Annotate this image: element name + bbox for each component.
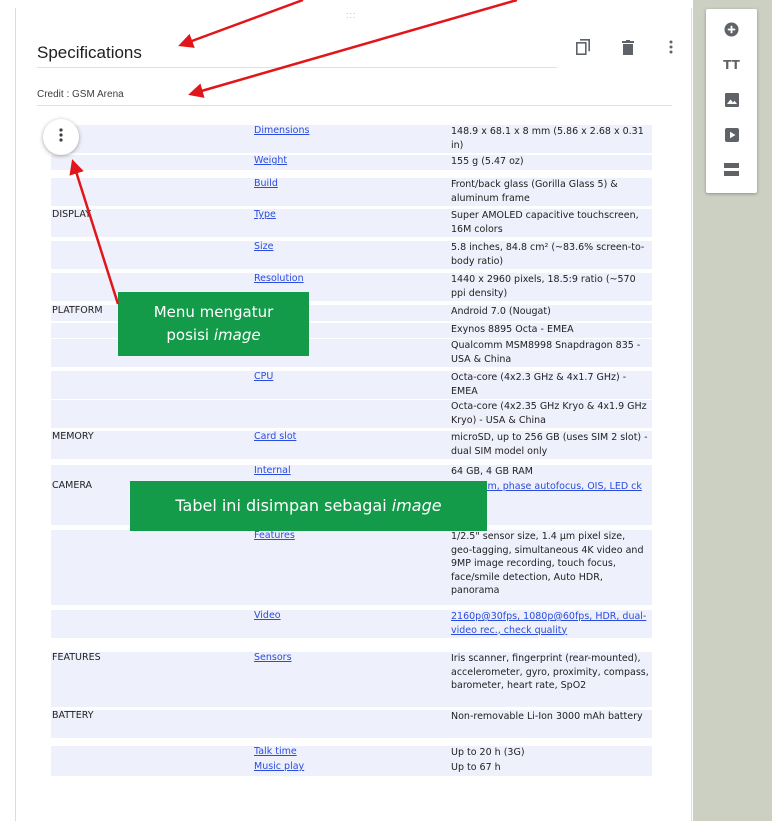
spec-row: Size 5.8 inches, 84.8 cm² (~83.6% screen-… [51, 241, 652, 269]
callout-image-menu-line1: Menu mengatur [153, 303, 274, 321]
spec-value: Front/back glass (Gorilla Glass 5) & alu… [451, 179, 618, 204]
trash-icon[interactable] [620, 39, 636, 55]
spec-row: Video 2160p@30fps, 1080p@60fps, HDR, dual… [51, 610, 652, 638]
spec-label: Music play [254, 761, 305, 772]
spec-value: 64 GB, 4 GB RAM [451, 466, 533, 477]
cell-bg [51, 178, 249, 206]
spec-value: Octa-core (4x2.3 GHz & 4x1.7 GHz) - EMEA [451, 372, 627, 397]
cell-bg [51, 400, 249, 428]
spec-label: Talk time [254, 746, 297, 757]
spec-row: FEATURES Sensors Iris scanner, fingerprint… [51, 652, 652, 707]
cell-bg [249, 530, 449, 605]
spec-label: Sensors [254, 652, 292, 663]
cell-bg [249, 178, 449, 206]
callout-image-menu-line2: posisi image [118, 324, 309, 347]
cell-bg [249, 371, 449, 399]
cell-bg [51, 371, 249, 399]
spec-value: Qualcomm MSM8998 Snapdragon 835 - USA & … [451, 340, 641, 365]
cell-bg [51, 746, 249, 761]
callout-image-menu: Menu mengatur posisi image [118, 292, 309, 356]
spec-label: Video [254, 610, 281, 621]
cell-bg [51, 465, 249, 480]
spec-label: Size [254, 241, 274, 252]
copy-icon[interactable] [575, 39, 591, 55]
spec-section: CAMERA [52, 480, 93, 491]
spec-row: Weight 155 g (5.47 oz) [51, 155, 652, 170]
spec-row: BATTERY Non-removable Li-Ion 3000 mAh bat… [51, 710, 652, 738]
image-menu-button[interactable] [43, 119, 79, 155]
spec-label: Dimensions [254, 125, 310, 136]
callout-table-image: Tabel ini disimpan sebagai image [130, 481, 487, 531]
callout-table-plain: Tabel ini disimpan sebagai [175, 496, 392, 515]
spec-value: Android 7.0 (Nougat) [451, 306, 551, 317]
spec-value: Non-removable Li-Ion 3000 mAh battery [451, 711, 643, 722]
spec-value: 1440 x 2960 pixels, 18.5:9 ratio (~570 p… [451, 274, 636, 299]
spec-row: Octa-core (4x2.35 GHz Kryo & 4x1.9 GHz K… [51, 400, 652, 428]
spec-row: Build Front/back glass (Gorilla Glass 5) … [51, 178, 652, 206]
side-toolbar: TT [706, 9, 757, 193]
form-editor-screenshot: ::: Specifications Credit : GSM Arena Di… [0, 0, 772, 821]
spec-value: Super AMOLED capacitive touchscreen, 16M… [451, 210, 639, 235]
callout-image-menu-italic: image [213, 326, 261, 344]
spec-section: FEATURES [52, 652, 101, 663]
cell-bg [51, 761, 249, 776]
spec-row: CPU Octa-core (4x2.3 GHz & 4x1.7 GHz) - E… [51, 371, 652, 399]
spec-value: Up to 20 h (3G) [451, 747, 525, 758]
spec-label: Type [254, 209, 276, 220]
drag-handle[interactable]: ::: [346, 11, 357, 20]
cell-bg [249, 209, 449, 237]
title-text-icon[interactable]: TT [723, 56, 740, 73]
spec-row: Internal 64 GB, 4 GB RAM [51, 465, 652, 480]
section-icon[interactable] [723, 161, 740, 178]
section-title-field[interactable]: Specifications [37, 38, 557, 68]
spec-section: MEMORY [52, 431, 94, 442]
cell-bg [51, 241, 249, 269]
image-icon[interactable] [723, 91, 740, 108]
spec-label: Features [254, 530, 295, 541]
spec-label: Card slot [254, 431, 297, 442]
spec-value: 155 g (5.47 oz) [451, 156, 524, 167]
spec-value: 148.9 x 68.1 x 8 mm (5.86 x 2.68 x 0.31 … [451, 126, 644, 151]
spec-value: 1/2.5" sensor size, 1.4 µm pixel size, g… [451, 531, 644, 596]
spec-row: MEMORY Card slot microSD, up to 256 GB (us… [51, 431, 652, 459]
callout-image-menu-plain: posisi [166, 326, 214, 344]
spec-label: Build [254, 178, 278, 189]
spec-row: DISPLAY Type Super AMOLED capacitive touch… [51, 209, 652, 237]
spec-value: Octa-core (4x2.35 GHz Kryo & 4x1.9 GHz K… [451, 401, 647, 426]
spec-section: PLATFORM [52, 305, 103, 316]
more-vert-icon[interactable] [663, 39, 679, 55]
spec-row: Talk time Up to 20 h (3G) [51, 746, 652, 761]
cell-bg [249, 400, 449, 428]
spec-row: Features 1/2.5" sensor size, 1.4 µm pixel… [51, 530, 652, 605]
spec-label: CPU [254, 371, 274, 382]
section-description: Credit : GSM Arena [37, 89, 124, 100]
spec-label: Weight [254, 155, 288, 166]
spec-label: Internal [254, 465, 291, 476]
cell-bg [51, 610, 249, 638]
cell-bg [51, 530, 249, 605]
spec-value: 5.8 inches, 84.8 cm² (~83.6% screen-to-b… [451, 242, 645, 267]
spec-section: DISPLAY [52, 209, 91, 220]
spec-section: BATTERY [52, 710, 94, 721]
spec-value: microSD, up to 256 GB (uses SIM 2 slot) … [451, 432, 648, 457]
spec-value: Up to 67 h [451, 762, 501, 773]
spec-row: Music play Up to 67 h [51, 761, 652, 776]
add-circle-icon[interactable] [723, 21, 740, 38]
spec-value: Exynos 8895 Octa - EMEA [451, 324, 574, 335]
spec-row: Dimensions 148.9 x 68.1 x 8 mm (5.86 x 2.… [51, 125, 652, 153]
spec-value: 2160p@30fps, 1080p@60fps, HDR, dual-vide… [451, 611, 647, 636]
spec-value: Iris scanner, fingerprint (rear-mounted)… [451, 653, 649, 691]
spec-label: Resolution [254, 273, 304, 284]
cell-bg [249, 710, 449, 738]
cell-bg [51, 155, 249, 170]
more-vert-icon [59, 127, 63, 147]
spec-table-image[interactable]: Dimensions 148.9 x 68.1 x 8 mm (5.86 x 2.… [51, 125, 652, 781]
title-text-glyph: TT [723, 57, 740, 72]
callout-table-italic: image [391, 496, 442, 515]
cell-bg [51, 125, 249, 153]
section-description-field[interactable]: Credit : GSM Arena [37, 84, 672, 106]
cell-bg [249, 241, 449, 269]
section-title: Specifications [37, 43, 142, 62]
video-icon[interactable] [723, 126, 740, 143]
